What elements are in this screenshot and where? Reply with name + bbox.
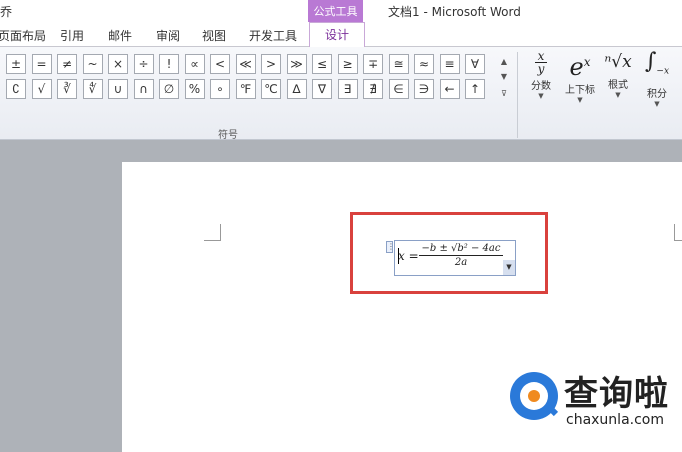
ribbon-tabs: 页面布局 引用 邮件 审阅 视图 开发工具 设计 [0,22,682,47]
symbol-button[interactable]: ∈ [388,79,409,99]
symbol-button[interactable]: ∋ [414,79,434,99]
margin-marker [674,224,682,241]
symbol-button[interactable]: ← [439,79,460,99]
symbol-button[interactable]: ∝ [184,54,205,74]
chevron-down-icon: ▼ [615,91,621,99]
symbol-button[interactable]: ∘ [210,79,230,99]
title-bar: 乔 公式工具 文档1 - Microsoft Word [0,0,682,22]
symbol-button[interactable]: ∜ [82,79,103,99]
symbol-button[interactable]: ≅ [388,54,409,74]
equation-numerator: −b ± √b² − 4ac [419,243,503,256]
watermark-logo: 查询啦 chaxunla.com [502,366,682,452]
symbol-button[interactable]: ∪ [108,79,128,99]
symbol-button[interactable]: ! [159,54,179,74]
symbol-button[interactable]: % [184,79,205,99]
symbol-button[interactable]: ≈ [414,54,434,74]
symbol-button[interactable]: ∇ [312,79,332,99]
symbol-button[interactable]: ℉ [235,79,256,99]
symbol-button[interactable]: ≠ [57,54,77,74]
script-button[interactable]: ex 上下标 ▼ [560,50,600,104]
symbol-button[interactable]: ≡ [439,54,460,74]
integral-button[interactable]: ∫−x 积分 ▼ [640,49,674,109]
drag-handle-icon[interactable]: ⋮ [386,241,395,253]
title-fragment: 乔 [0,5,13,19]
chevron-down-icon: ▼ [654,100,660,109]
integral-icon: ∫−x [644,49,670,77]
symbol-button[interactable]: < [210,54,230,74]
symbol-button[interactable]: > [261,54,281,74]
contextual-group-label: 公式工具 [313,5,358,18]
symbol-button[interactable]: ≥ [337,54,358,74]
symbol-button[interactable]: ∆ [286,79,307,99]
symbol-button[interactable]: ℃ [261,79,281,99]
equation-fraction: −b ± √b² − 4ac 2a [419,243,503,268]
chevron-down-icon: ▼ [538,92,544,100]
symbols-group-label: 符号 [218,130,238,141]
radical-button[interactable]: ⁿ√x 根式 ▼ [600,50,636,99]
equation-field[interactable]: ⋮ x = −b ± √b² − 4ac 2a ▼ [386,240,516,276]
symbol-button[interactable]: ∀ [465,54,485,74]
symbol-button[interactable]: ↑ [465,79,485,99]
logo-magnifier-icon [510,372,559,420]
symbol-button[interactable]: ∩ [133,79,154,99]
scroll-down-icon[interactable]: ▼ [498,69,510,84]
tab-page-layout[interactable]: 页面布局 [0,27,46,44]
equation-lhs: x = [398,249,419,263]
logo-domain: chaxunla.com [566,412,664,428]
gallery-scroll: ▲ ▼ ⊽ [498,54,510,104]
symbol-button[interactable]: × [108,54,128,74]
window-title: 文档1 - Microsoft Word [388,5,521,19]
chevron-down-icon: ▼ [577,96,583,104]
symbol-button[interactable]: ∃ [337,79,358,99]
tab-view[interactable]: 视图 [202,27,226,44]
fraction-icon: x y [526,50,556,75]
group-divider [517,52,518,138]
equation-denominator: 2a [454,257,468,268]
symbol-button[interactable]: ± [6,54,26,74]
symbol-button[interactable]: ~ [82,54,103,74]
symbol-button[interactable]: ≪ [235,54,256,74]
radical-icon: ⁿ√x [604,52,632,72]
symbol-button[interactable]: ∄ [363,79,383,99]
symbol-button[interactable]: ∁ [6,79,26,99]
symbol-button[interactable]: ∛ [57,79,77,99]
symbol-button[interactable]: ∓ [363,54,383,74]
tab-mailings[interactable]: 邮件 [108,27,132,44]
symbol-button[interactable]: ≤ [312,54,332,74]
tab-references[interactable]: 引用 [60,27,84,44]
fraction-button[interactable]: x y 分数 ▼ [526,50,556,100]
symbol-button[interactable]: ÷ [133,54,154,74]
symbol-button[interactable]: √ [31,79,52,99]
margin-marker [204,224,221,241]
gallery-more-icon[interactable]: ⊽ [498,86,510,101]
symbol-button[interactable]: = [31,54,52,74]
tab-design[interactable]: 设计 [309,22,365,47]
tab-developer[interactable]: 开发工具 [249,27,297,44]
equation-options-icon[interactable]: ▼ [503,260,515,275]
script-icon: ex [569,53,591,81]
tab-review[interactable]: 审阅 [156,27,180,44]
contextual-tab-group: 公式工具 [308,0,363,22]
logo-text: 查询啦 [564,374,669,414]
symbol-button[interactable]: ∅ [159,79,179,99]
scroll-up-icon[interactable]: ▲ [498,54,510,69]
symbol-button[interactable]: ≫ [286,54,307,74]
